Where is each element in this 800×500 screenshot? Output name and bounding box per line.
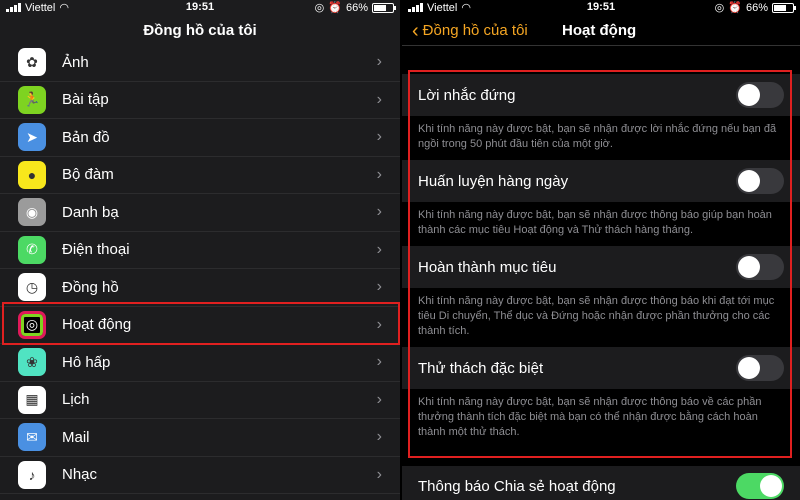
list-item[interactable]: ❀ Hô hấp › — [0, 344, 400, 382]
rotation-lock-icon: ◎ — [714, 2, 725, 14]
status-bar: Viettel ◠ 19:51 ◎ ⏰ 66% — [402, 0, 800, 16]
chevron-right-icon: › — [376, 53, 382, 71]
toggle-knob — [738, 256, 760, 278]
activity-sharing-toggle[interactable] — [736, 473, 784, 499]
list-item[interactable]: ♪ Nhạc › — [0, 456, 400, 494]
setting-label: Hoàn thành mục tiêu — [418, 258, 557, 276]
toggle-knob — [738, 357, 760, 379]
list-item[interactable]: ◉ Danh bạ › — [0, 194, 400, 232]
setting-label: Lời nhắc đứng — [418, 86, 516, 104]
list-item-label: Điện thoại — [62, 241, 130, 259]
chevron-right-icon: › — [376, 465, 382, 483]
setting-toggle[interactable] — [736, 355, 784, 381]
list-item-label: Hô hấp — [62, 353, 111, 371]
music-icon: ♪ — [18, 460, 46, 489]
list-item[interactable]: ✿ Ảnh › — [0, 44, 400, 82]
contacts-icon: ◉ — [18, 198, 46, 227]
chevron-right-icon: › — [376, 128, 382, 146]
toggle-knob — [738, 170, 760, 192]
mail-icon: ✉ — [18, 423, 46, 452]
setting-row: Lời nhắc đứng — [402, 74, 800, 116]
page-title: Hoạt động — [562, 22, 637, 39]
phone-icon: ✆ — [18, 235, 46, 264]
toggle-knob — [738, 84, 760, 106]
workout-icon: 🏃 — [18, 85, 46, 114]
chevron-right-icon: › — [376, 240, 382, 258]
battery-percent: 66% — [745, 1, 768, 14]
rotation-lock-icon: ◎ — [314, 2, 325, 14]
walkie-talkie-icon: ● — [18, 160, 46, 189]
setting-description: Khi tính năng này được bật, bạn sẽ nhận … — [402, 389, 800, 448]
list-item[interactable]: 🏃 Bài tập › — [0, 81, 400, 119]
activity-sharing-row: Thông báo Chia sẻ hoạt động — [402, 466, 800, 500]
page-title: Đồng hồ của tôi — [143, 22, 257, 39]
setting-label: Thử thách đặc biệt — [418, 359, 544, 377]
setting-group: Hoàn thành mục tiêu Khi tính năng này đượ… — [402, 246, 800, 347]
battery-icon — [372, 2, 396, 13]
maps-icon: ➤ — [18, 123, 46, 152]
setting-group: Huấn luyện hàng ngày Khi tính năng này đư… — [402, 160, 800, 246]
setting-description: Khi tính năng này được bật, bạn sẽ nhận … — [402, 202, 800, 246]
list-item-label: Danh bạ — [62, 203, 119, 221]
nav-bar: ‹ Đồng hồ của tôi Hoạt động — [402, 16, 800, 46]
list-item[interactable]: ✆ Điện thoại › — [0, 231, 400, 269]
list-item[interactable]: ✉ Mail › — [0, 419, 400, 457]
back-label: Đồng hồ của tôi — [422, 22, 528, 39]
list-item[interactable]: ◷ Đồng hồ › — [0, 269, 400, 307]
list-item-label: Bản đồ — [62, 128, 110, 146]
list-item-label: Nhạc — [62, 466, 98, 484]
setting-row: Huấn luyện hàng ngày — [402, 160, 800, 202]
chevron-right-icon: › — [376, 165, 382, 183]
setting-group: Lời nhắc đứng Khi tính năng này được bật,… — [402, 74, 800, 160]
list-item[interactable]: ➤ Bản đồ › — [0, 119, 400, 157]
app-list: ✿ Ảnh › 🏃 Bài tập › ➤ Bản đồ › ● Bộ đàm › ◉ Danh bạ › ✆… — [0, 44, 400, 494]
status-bar: Viettel ◠ 19:51 ◎ ⏰ 66% — [0, 0, 400, 16]
list-item-label: Đồng hồ — [62, 278, 119, 296]
list-item-label: Ảnh — [62, 53, 89, 71]
list-item[interactable]: ◎ Hoạt động › — [0, 306, 400, 344]
setting-toggle[interactable] — [736, 254, 784, 280]
chevron-right-icon: › — [376, 428, 382, 446]
setting-toggle[interactable] — [736, 82, 784, 108]
setting-toggle[interactable] — [736, 168, 784, 194]
chevron-right-icon: › — [376, 390, 382, 408]
setting-description: Khi tính năng này được bật, bạn sẽ nhận … — [402, 288, 800, 347]
setting-label: Huấn luyện hàng ngày — [418, 172, 569, 190]
back-button[interactable]: ‹ Đồng hồ của tôi — [412, 16, 528, 46]
nav-bar: Đồng hồ của tôi — [0, 16, 400, 46]
list-item-label: Bộ đàm — [62, 166, 114, 184]
chevron-right-icon: › — [376, 90, 382, 108]
chevron-right-icon: › — [376, 315, 382, 333]
battery-percent: 66% — [345, 1, 368, 14]
setting-group: Thử thách đặc biệt Khi tính năng này được… — [402, 347, 800, 448]
list-item[interactable]: ▦ Lịch › — [0, 381, 400, 419]
my-watch-screen: Viettel ◠ 19:51 ◎ ⏰ 66% Đồng hồ của tôi … — [0, 0, 400, 500]
battery-icon — [772, 2, 796, 13]
alarm-icon: ⏰ — [728, 2, 742, 14]
activity-settings-screen: Viettel ◠ 19:51 ◎ ⏰ 66% ‹ Đồng hồ của tô… — [402, 0, 800, 500]
photos-icon: ✿ — [18, 48, 46, 77]
chevron-right-icon: › — [376, 353, 382, 371]
list-item-label: Hoạt động — [62, 316, 132, 334]
setting-row: Thử thách đặc biệt — [402, 347, 800, 389]
breathe-icon: ❀ — [18, 348, 46, 377]
status-right: ◎ ⏰ 66% — [714, 1, 796, 14]
setting-description: Khi tính năng này được bật, bạn sẽ nhận … — [402, 116, 800, 160]
toggle-knob — [760, 475, 782, 497]
calendar-icon: ▦ — [18, 385, 46, 414]
setting-row: Hoàn thành mục tiêu — [402, 246, 800, 288]
activity-icon: ◎ — [18, 310, 46, 339]
settings-list: Lời nhắc đứng Khi tính năng này được bật,… — [402, 74, 800, 448]
status-right: ◎ ⏰ 66% — [314, 1, 396, 14]
chevron-right-icon: › — [376, 278, 382, 296]
list-item-label: Lịch — [62, 391, 90, 409]
clock-icon: ◷ — [18, 273, 46, 302]
row-label: Thông báo Chia sẻ hoạt động — [418, 477, 616, 495]
list-item-label: Mail — [62, 428, 90, 446]
chevron-left-icon: ‹ — [412, 20, 419, 42]
chevron-right-icon: › — [376, 203, 382, 221]
list-item[interactable]: ● Bộ đàm › — [0, 156, 400, 194]
list-item-label: Bài tập — [62, 91, 109, 109]
alarm-icon: ⏰ — [328, 2, 342, 14]
